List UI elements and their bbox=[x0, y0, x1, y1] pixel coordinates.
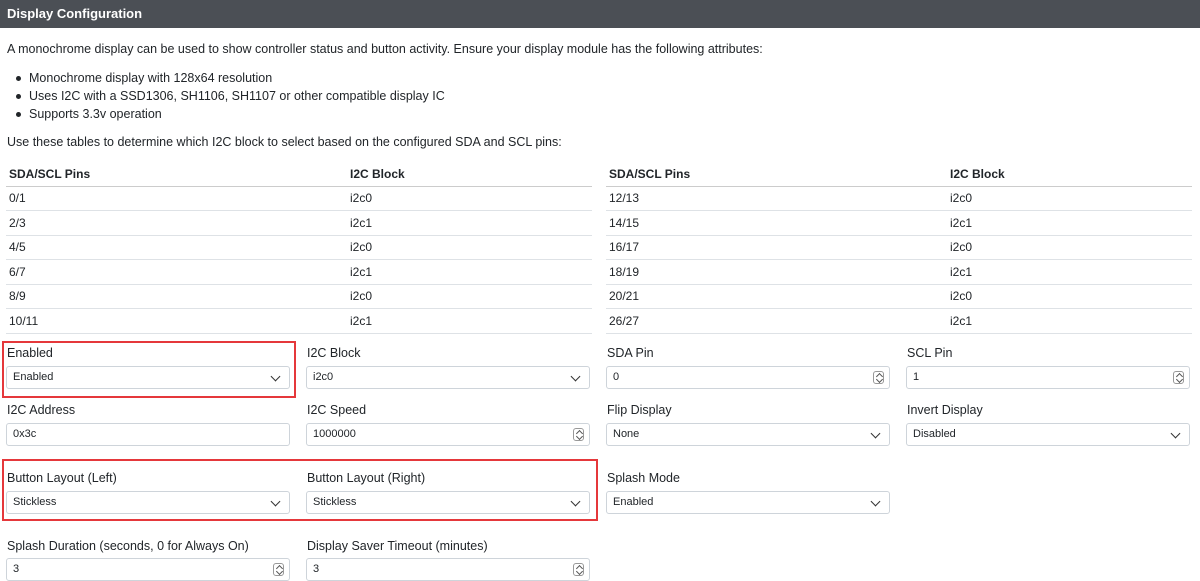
block-cell: i2c1 bbox=[347, 259, 592, 285]
table-row: 4/5 i2c0 bbox=[6, 235, 592, 260]
block-cell: i2c1 bbox=[347, 308, 592, 334]
splash-mode-value: Enabled bbox=[613, 496, 654, 508]
pins-cell: 16/17 bbox=[606, 235, 947, 260]
pins-cell: 26/27 bbox=[606, 308, 947, 334]
pins-cell: 18/19 bbox=[606, 259, 947, 285]
intro-text: A monochrome display can be used to show… bbox=[7, 42, 763, 56]
block-cell: i2c0 bbox=[947, 284, 1192, 309]
pins-cell: 0/1 bbox=[6, 186, 347, 211]
splash-duration-label: Splash Duration (seconds, 0 for Always O… bbox=[7, 539, 249, 553]
attribute-item: Monochrome display with 128x64 resolutio… bbox=[14, 69, 445, 87]
i2c-speed-value: 1000000 bbox=[313, 428, 356, 440]
table-row: 0/1 i2c0 bbox=[6, 186, 592, 211]
column-header-pins: SDA/SCL Pins bbox=[6, 162, 347, 187]
i2c-speed-input[interactable]: 1000000 bbox=[306, 423, 590, 446]
column-header-block: I2C Block bbox=[947, 162, 1192, 187]
spinner-icon[interactable] bbox=[273, 563, 284, 576]
chevron-down-icon bbox=[1170, 428, 1181, 439]
sda-pin-label: SDA Pin bbox=[607, 346, 654, 360]
i2c-block-select[interactable]: i2c0 bbox=[306, 366, 590, 389]
sda-pin-value: 0 bbox=[613, 371, 620, 383]
highlight-box-enabled bbox=[2, 341, 296, 398]
table-row: 16/17 i2c0 bbox=[606, 235, 1192, 260]
table-header-row: SDA/SCL Pins I2C Block bbox=[606, 162, 1192, 187]
pins-cell: 6/7 bbox=[6, 259, 347, 285]
flip-display-value: None bbox=[613, 428, 640, 440]
invert-display-label: Invert Display bbox=[907, 403, 983, 417]
highlight-box-button-layout bbox=[2, 459, 598, 521]
block-cell: i2c0 bbox=[347, 284, 592, 309]
pins-cell: 20/21 bbox=[606, 284, 947, 309]
display-saver-timeout-input[interactable]: 3 bbox=[306, 558, 590, 581]
display-saver-timeout-label: Display Saver Timeout (minutes) bbox=[307, 539, 488, 553]
section-header: Display Configuration bbox=[0, 0, 1200, 28]
attribute-item: Supports 3.3v operation bbox=[14, 105, 445, 123]
table-row: 18/19 i2c1 bbox=[606, 259, 1192, 285]
chevron-down-icon bbox=[870, 428, 881, 439]
chevron-down-icon bbox=[570, 371, 581, 382]
attribute-item: Uses I2C with a SSD1306, SH1106, SH1107 … bbox=[14, 87, 445, 105]
splash-duration-input[interactable]: 3 bbox=[6, 558, 290, 581]
table-row: 6/7 i2c1 bbox=[6, 259, 592, 285]
pins-cell: 14/15 bbox=[606, 210, 947, 236]
table-row: 10/11 i2c1 bbox=[6, 308, 592, 334]
display-saver-timeout-value: 3 bbox=[313, 563, 320, 575]
pins-cell: 10/11 bbox=[6, 308, 347, 334]
splash-mode-label: Splash Mode bbox=[607, 471, 680, 485]
splash-mode-select[interactable]: Enabled bbox=[606, 491, 890, 514]
table-row: 2/3 i2c1 bbox=[6, 210, 592, 236]
attribute-list: Monochrome display with 128x64 resolutio… bbox=[14, 69, 445, 123]
chevron-down-icon bbox=[870, 496, 881, 507]
scl-pin-input[interactable]: 1 bbox=[906, 366, 1190, 389]
flip-display-label: Flip Display bbox=[607, 403, 672, 417]
spinner-icon[interactable] bbox=[1173, 371, 1184, 384]
block-cell: i2c0 bbox=[347, 186, 592, 211]
block-cell: i2c1 bbox=[947, 259, 1192, 285]
table-row: 14/15 i2c1 bbox=[606, 210, 1192, 236]
invert-display-value: Disabled bbox=[913, 428, 956, 440]
flip-display-select[interactable]: None bbox=[606, 423, 890, 446]
invert-display-select[interactable]: Disabled bbox=[906, 423, 1190, 446]
splash-duration-value: 3 bbox=[13, 563, 20, 575]
block-cell: i2c1 bbox=[947, 210, 1192, 236]
table-row: 12/13 i2c0 bbox=[606, 186, 1192, 211]
pins-cell: 8/9 bbox=[6, 284, 347, 309]
block-cell: i2c1 bbox=[347, 210, 592, 236]
block-cell: i2c0 bbox=[347, 235, 592, 260]
section-title: Display Configuration bbox=[7, 6, 143, 21]
scl-pin-label: SCL Pin bbox=[907, 346, 953, 360]
table-row: 26/27 i2c1 bbox=[606, 308, 1192, 334]
column-header-block: I2C Block bbox=[347, 162, 592, 187]
sda-pin-input[interactable]: 0 bbox=[606, 366, 890, 389]
table-row: 20/21 i2c0 bbox=[606, 284, 1192, 309]
table-header-row: SDA/SCL Pins I2C Block bbox=[6, 162, 592, 187]
table-row: 8/9 i2c0 bbox=[6, 284, 592, 309]
i2c-address-value: 0x3c bbox=[13, 428, 37, 440]
spinner-icon[interactable] bbox=[573, 563, 584, 576]
i2c-block-value: i2c0 bbox=[313, 371, 334, 383]
spinner-icon[interactable] bbox=[573, 428, 584, 441]
spinner-icon[interactable] bbox=[873, 371, 884, 384]
block-cell: i2c0 bbox=[947, 186, 1192, 211]
i2c-address-input[interactable]: 0x3c bbox=[6, 423, 290, 446]
block-cell: i2c0 bbox=[947, 235, 1192, 260]
pins-cell: 2/3 bbox=[6, 210, 347, 236]
i2c-block-label: I2C Block bbox=[307, 346, 361, 360]
pin-table-left: SDA/SCL Pins I2C Block 0/1 i2c0 2/3 i2c1 4… bbox=[6, 162, 592, 334]
i2c-speed-label: I2C Speed bbox=[307, 403, 367, 417]
block-cell: i2c1 bbox=[947, 308, 1192, 334]
tables-intro-text: Use these tables to determine which I2C … bbox=[7, 135, 562, 149]
column-header-pins: SDA/SCL Pins bbox=[606, 162, 947, 187]
pins-cell: 4/5 bbox=[6, 235, 347, 260]
pins-cell: 12/13 bbox=[606, 186, 947, 211]
pin-table-right: SDA/SCL Pins I2C Block 12/13 i2c0 14/15 i2… bbox=[606, 162, 1192, 334]
i2c-address-label: I2C Address bbox=[7, 403, 76, 417]
scl-pin-value: 1 bbox=[913, 371, 920, 383]
